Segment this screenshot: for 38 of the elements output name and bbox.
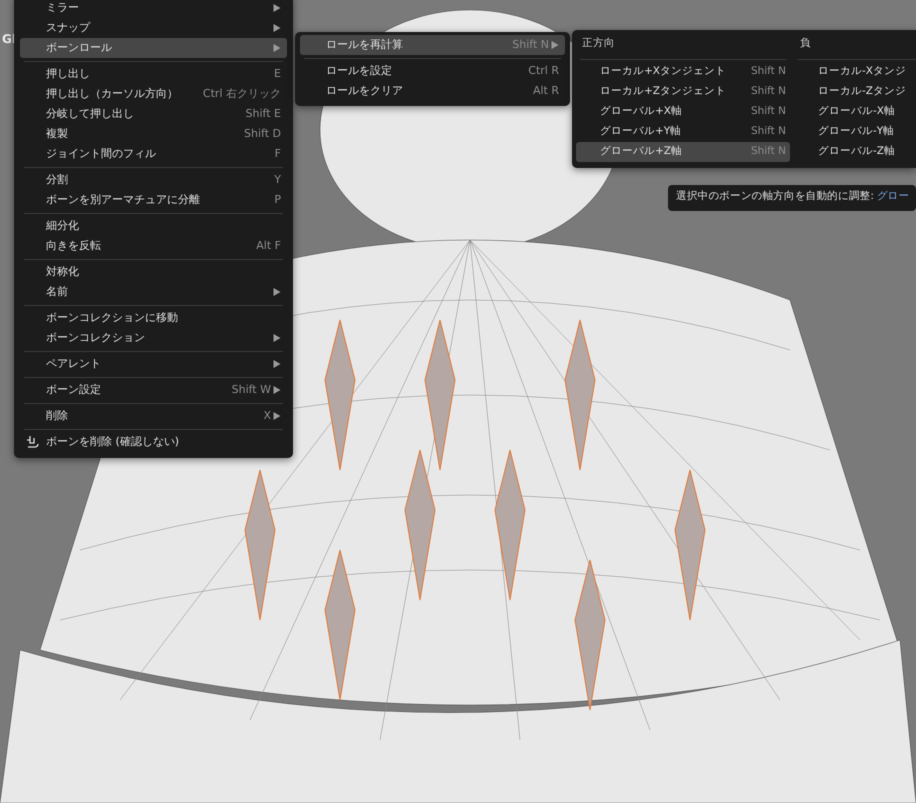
menu-item[interactable]: ロールを設定 Ctrl R bbox=[300, 61, 565, 81]
menu-item[interactable]: グローバル-Z軸 bbox=[794, 142, 916, 162]
menu-item[interactable]: ローカル-Zタンジ bbox=[794, 82, 916, 102]
column-heading: 正方向 bbox=[581, 36, 616, 51]
menu-item[interactable]: グローバル+X軸 Shift N bbox=[576, 102, 790, 122]
menu-item[interactable]: 押し出し E bbox=[20, 64, 287, 84]
tooltip-value: グロー bbox=[876, 190, 910, 202]
menu-item[interactable]: ボーンコレクション bbox=[20, 328, 287, 348]
menu-item[interactable]: ローカル+Zタンジェント Shift N bbox=[576, 82, 790, 102]
menu-item[interactable]: 対称化 bbox=[20, 262, 287, 282]
menu-item[interactable]: グローバル-Y軸 bbox=[794, 122, 916, 142]
column-heading: 負 bbox=[799, 36, 812, 51]
menu-item[interactable]: ローカル-Xタンジ bbox=[794, 62, 916, 82]
menu-item[interactable]: ボーンロール bbox=[20, 38, 287, 58]
menu-item[interactable]: 分割 Y bbox=[20, 170, 287, 190]
menu-item[interactable]: 細分化 bbox=[20, 216, 287, 236]
menu-item[interactable]: グローバル-X軸 bbox=[794, 102, 916, 122]
menu-item[interactable]: ロールを再計算 Shift N bbox=[300, 35, 565, 55]
tooltip-text: 選択中のボーンの軸方向を自動的に調整: bbox=[676, 190, 874, 202]
menu-item[interactable]: ボーンコレクションに移動 bbox=[20, 308, 287, 328]
menu-item[interactable]: ジョイント間のフィル F bbox=[20, 144, 287, 164]
menu-item[interactable]: ボーンを別アーマチュアに分離 P bbox=[20, 190, 287, 210]
menu-item[interactable]: 分岐して押し出し Shift E bbox=[20, 104, 287, 124]
menu-item[interactable]: 削除 X bbox=[20, 406, 287, 426]
menu-item[interactable]: スナップ bbox=[20, 18, 287, 38]
menu-item[interactable]: グローバル+Y軸 Shift N bbox=[576, 122, 790, 142]
menu-item[interactable]: ミラー bbox=[20, 0, 287, 18]
menu-item[interactable]: ボーン設定 Shift W bbox=[20, 380, 287, 400]
menu-item[interactable]: グローバル+Z軸 Shift N bbox=[576, 142, 790, 162]
bone-delete-icon bbox=[26, 435, 40, 449]
menu-item[interactable]: ロールをクリア Alt R bbox=[300, 81, 565, 101]
menu-item[interactable]: 名前 bbox=[20, 282, 287, 302]
menu-item[interactable]: ローカル+Xタンジェント Shift N bbox=[576, 62, 790, 82]
menu-item[interactable]: ペアレント bbox=[20, 354, 287, 374]
menu-item[interactable]: 向きを反転 Alt F bbox=[20, 236, 287, 256]
menu-item[interactable]: 複製 Shift D bbox=[20, 124, 287, 144]
menu-item[interactable]: 押し出し（カーソル方向） Ctrl 右クリック bbox=[20, 84, 287, 104]
menu-item[interactable]: ボーンを削除 (確認しない) bbox=[20, 432, 287, 452]
